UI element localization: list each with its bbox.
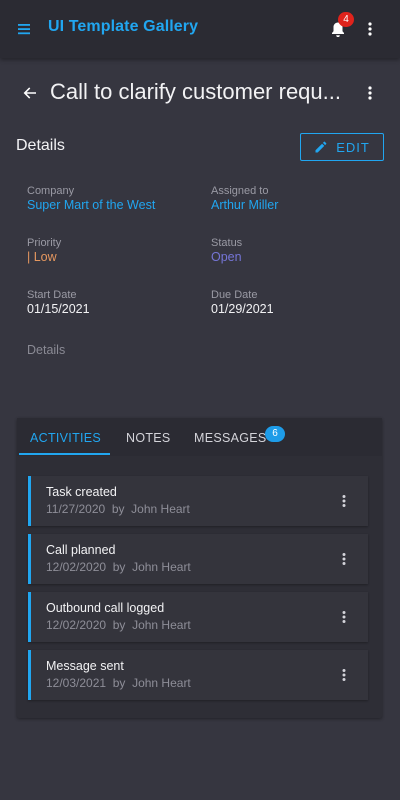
activity-card: ACTIVITIES NOTES MESSAGES 6 Task created… bbox=[17, 418, 382, 718]
status-label: Status bbox=[211, 237, 243, 249]
messages-count-badge: 6 bbox=[265, 426, 285, 442]
edit-button-label: EDIT bbox=[336, 139, 370, 155]
company-link[interactable]: Super Mart of the West bbox=[27, 198, 155, 212]
more-vert-icon[interactable] bbox=[335, 666, 353, 684]
tab-messages[interactable]: MESSAGES bbox=[194, 418, 267, 456]
tab-bar: ACTIVITIES NOTES MESSAGES 6 bbox=[17, 418, 382, 456]
more-vert-icon[interactable] bbox=[335, 550, 353, 568]
menu-icon[interactable] bbox=[14, 19, 34, 39]
activity-item[interactable]: Outbound call logged 12/02/2020 by John … bbox=[28, 592, 368, 642]
priority-label: Priority bbox=[27, 237, 62, 249]
more-vert-icon[interactable] bbox=[360, 83, 380, 103]
activity-title: Task created bbox=[46, 485, 117, 499]
activity-meta: 11/27/2020 by John Heart bbox=[46, 502, 190, 516]
activity-title: Outbound call logged bbox=[46, 601, 165, 615]
priority-value: | Low bbox=[27, 250, 57, 264]
page-title: Call to clarify customer requ... bbox=[50, 79, 341, 104]
edit-button[interactable]: EDIT bbox=[300, 133, 384, 161]
start-date-value: 01/15/2021 bbox=[27, 302, 90, 316]
activity-meta: 12/02/2020 by John Heart bbox=[46, 618, 191, 632]
tab-notes[interactable]: NOTES bbox=[126, 418, 171, 456]
company-label: Company bbox=[27, 185, 75, 197]
status-value: Open bbox=[211, 250, 242, 264]
assigned-link[interactable]: Arthur Miller bbox=[211, 198, 278, 212]
activity-title: Call planned bbox=[46, 543, 116, 557]
more-vert-icon[interactable] bbox=[335, 492, 353, 510]
arrow-back-icon[interactable] bbox=[20, 83, 40, 103]
details-heading: Details bbox=[16, 137, 65, 154]
more-vert-icon[interactable] bbox=[335, 608, 353, 626]
pencil-icon bbox=[315, 141, 327, 153]
more-vert-icon[interactable] bbox=[360, 19, 380, 39]
assigned-label: Assigned to bbox=[211, 185, 269, 197]
activity-title: Message sent bbox=[46, 659, 124, 673]
activity-meta: 12/02/2020 by John Heart bbox=[46, 560, 191, 574]
tab-activities[interactable]: ACTIVITIES bbox=[30, 418, 101, 456]
activity-item[interactable]: Message sent 12/03/2021 by John Heart bbox=[28, 650, 368, 700]
activity-meta: 12/03/2021 by John Heart bbox=[46, 676, 191, 690]
due-date-value: 01/29/2021 bbox=[211, 302, 274, 316]
details-notes-label: Details bbox=[27, 343, 66, 357]
activity-item[interactable]: Call planned 12/02/2020 by John Heart bbox=[28, 534, 368, 584]
app-bar: UI Template Gallery 4 bbox=[0, 0, 400, 58]
due-date-label: Due Date bbox=[211, 289, 258, 301]
activity-item[interactable]: Task created 11/27/2020 by John Heart bbox=[28, 476, 368, 526]
start-date-label: Start Date bbox=[27, 289, 77, 301]
notification-badge: 4 bbox=[338, 12, 354, 27]
app-title: UI Template Gallery bbox=[48, 18, 199, 35]
active-tab-indicator bbox=[19, 453, 110, 455]
